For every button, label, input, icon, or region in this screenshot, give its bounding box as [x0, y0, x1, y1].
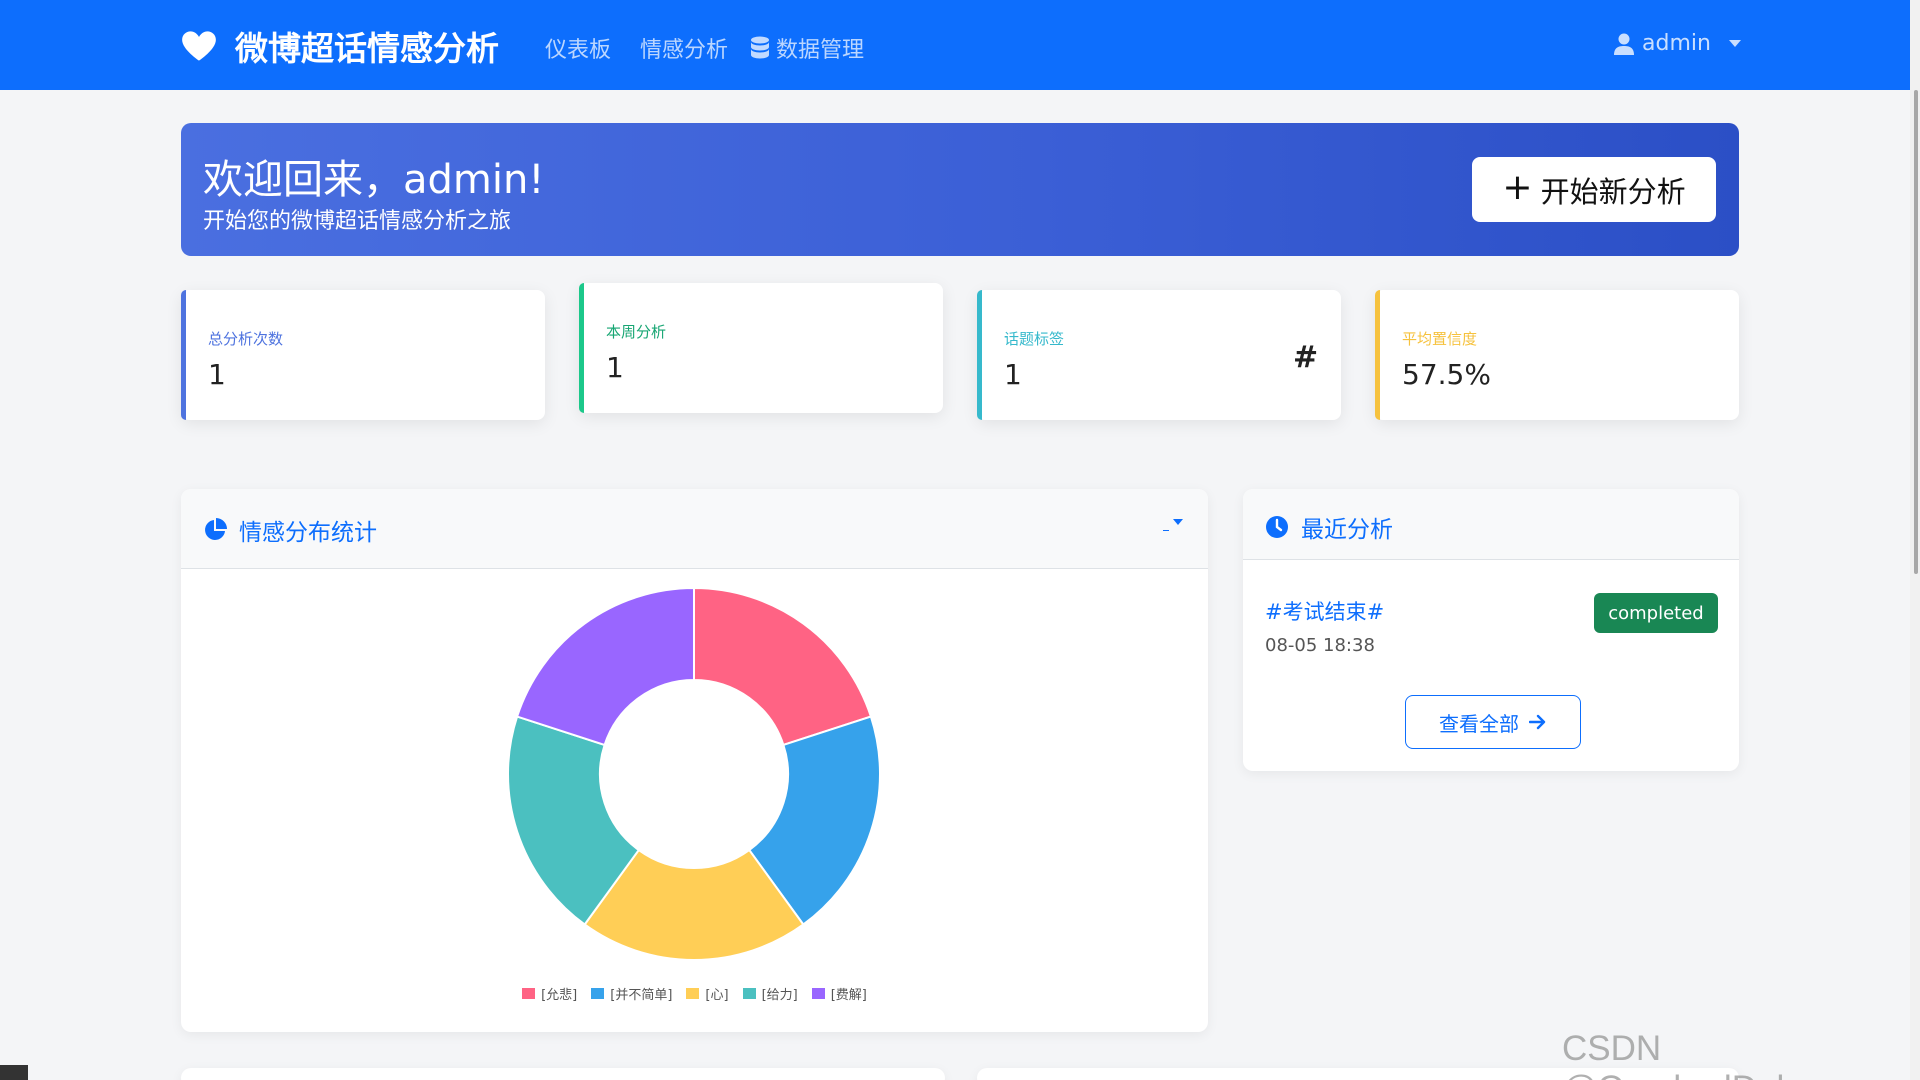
pie-chart-icon — [205, 518, 227, 540]
stat-label: 平均置信度 — [1402, 330, 1478, 348]
nav-dashboard-label: 仪表板 — [545, 38, 612, 63]
view-all-label: 查看全部 — [1439, 711, 1519, 736]
sentiment-donut-chart — [507, 586, 881, 961]
legend-label: [给力] — [761, 988, 798, 1003]
clock-icon — [1266, 516, 1288, 538]
legend-item[interactable]: [并不简单] — [591, 984, 672, 1003]
legend-swatch — [522, 988, 536, 999]
hashtag-icon: # — [1293, 340, 1319, 375]
stat-card-accent — [579, 283, 584, 413]
panel-title-text: 情感分布统计 — [239, 520, 377, 546]
legend-item[interactable]: [心] — [686, 984, 729, 1003]
heart-icon — [182, 31, 216, 61]
view-all-button[interactable]: 查看全部 — [1405, 695, 1581, 749]
chart-legend: [允悲] [并不简单] [心] [给力] [费解] — [181, 984, 1208, 1003]
nav-dashboard[interactable]: 仪表板 — [545, 32, 611, 64]
stat-card-week: 本周分析 1 — [579, 283, 943, 413]
legend-label: [费解] — [830, 988, 867, 1003]
stat-value: 57.5% — [1402, 358, 1491, 391]
legend-label: [允悲] — [541, 988, 578, 1003]
stat-card-accent — [977, 290, 982, 420]
watermark: CSDN @OverlordDuke — [1562, 1029, 1813, 1080]
welcome-subtitle: 开始您的微博超话情感分析之旅 — [203, 209, 512, 234]
brand-title: 微博超话情感分析 — [235, 29, 499, 68]
panel-title-text: 最近分析 — [1301, 517, 1393, 543]
stat-card-accent — [1375, 290, 1380, 420]
recent-time: 08-05 18:38 — [1265, 635, 1375, 656]
stat-label: 话题标签 — [1004, 330, 1065, 348]
legend-item[interactable]: [费解] — [811, 984, 867, 1003]
nav-data-management[interactable]: 数据管理 — [750, 32, 864, 64]
stat-value: 1 — [606, 351, 624, 384]
panel-header: 最近分析 — [1243, 489, 1739, 560]
user-dropdown[interactable]: admin — [1614, 31, 1741, 56]
dropdown-underline — [1163, 530, 1169, 531]
legend-swatch — [811, 988, 825, 999]
welcome-banner: 欢迎回来，admin! 开始您的微博超话情感分析之旅 + 开始新分析 — [181, 123, 1739, 256]
username: admin — [1642, 31, 1711, 56]
donut-slice-4[interactable] — [515, 586, 695, 747]
stat-value: 1 — [1004, 358, 1022, 391]
start-analysis-label: 开始新分析 — [1540, 174, 1686, 209]
status-badge: completed — [1594, 593, 1718, 633]
recent-topic-link[interactable]: #考试结束# — [1265, 596, 1384, 626]
legend-item[interactable]: [允悲] — [522, 984, 577, 1003]
arrow-right-icon — [1529, 714, 1546, 730]
legend-swatch — [591, 988, 605, 999]
nav-sentiment-label: 情感分析 — [640, 38, 729, 63]
stat-card-topics: 话题标签 1 # — [977, 290, 1341, 420]
next-panel-top — [181, 1068, 945, 1080]
stat-value: 1 — [208, 358, 226, 391]
welcome-title: 欢迎回来，admin! — [203, 157, 545, 203]
database-icon — [751, 36, 769, 59]
panel-header: 情感分布统计 — [181, 489, 1208, 569]
nav-data-label: 数据管理 — [776, 38, 865, 63]
stat-card-total: 总分析次数 1 — [181, 290, 545, 420]
caret-down-icon — [1173, 519, 1183, 525]
top-navbar: 微博超话情感分析 仪表板 情感分析 数据管理 admin — [0, 0, 1920, 90]
legend-label: [心] — [705, 988, 729, 1003]
panel-title: 情感分布统计 — [203, 513, 377, 547]
chevron-down-icon — [1728, 40, 1741, 47]
brand[interactable]: 微博超话情感分析 — [181, 26, 499, 68]
legend-swatch — [742, 988, 756, 999]
stat-label: 总分析次数 — [208, 330, 284, 348]
sentiment-distribution-panel: 情感分布统计 [允悲] [并不简单] [心] [给力] [费解] — [181, 489, 1208, 1032]
stat-card-confidence: 平均置信度 57.5% — [1375, 290, 1739, 420]
start-analysis-button[interactable]: + 开始新分析 — [1472, 157, 1716, 222]
corner-block — [0, 1065, 28, 1080]
legend-label: [并不简单] — [610, 988, 673, 1003]
recent-analysis-panel: 最近分析 #考试结束# 08-05 18:38 completed 查看全部 — [1243, 489, 1739, 771]
donut-slice-0[interactable] — [693, 586, 873, 747]
panel-title: 最近分析 — [1265, 510, 1393, 544]
panel-dropdown-toggle[interactable] — [1163, 519, 1183, 531]
stat-label: 本周分析 — [606, 323, 667, 341]
plus-icon: + — [1502, 166, 1533, 208]
nav-sentiment-analysis[interactable]: 情感分析 — [640, 32, 728, 64]
legend-swatch — [686, 988, 700, 999]
stat-card-accent — [181, 290, 186, 420]
legend-item[interactable]: [给力] — [742, 984, 798, 1003]
scrollbar-thumb[interactable] — [1914, 90, 1918, 574]
user-icon — [1614, 33, 1634, 55]
